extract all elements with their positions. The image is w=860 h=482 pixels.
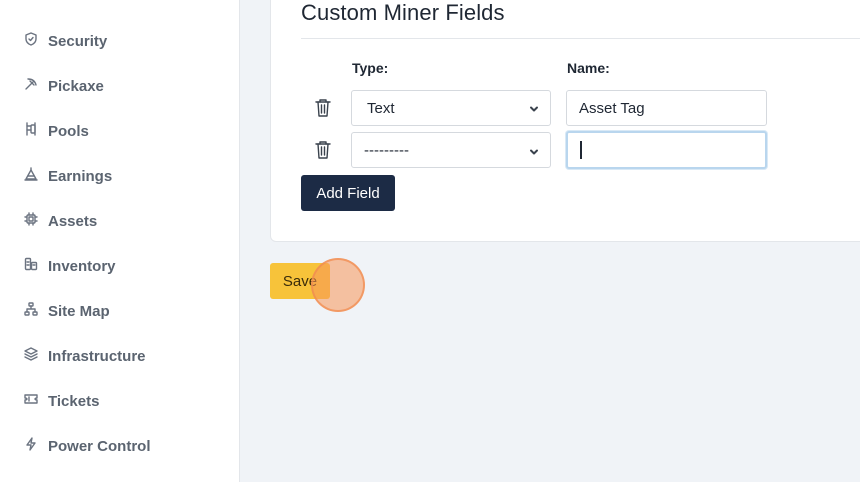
inventory-icon <box>24 257 38 275</box>
card-title: Custom Miner Fields <box>301 0 505 25</box>
sidebar: Security Pickaxe Pools Earnings Assets I… <box>0 0 240 482</box>
divider <box>301 38 860 39</box>
earnings-icon <box>24 167 38 185</box>
sidebar-item-inventory[interactable]: Inventory <box>24 254 116 278</box>
sidebar-item-label: Power Control <box>48 437 151 455</box>
type-select-value: Text <box>367 99 395 117</box>
name-column-label: Name: <box>567 60 610 76</box>
sidebar-item-tickets[interactable]: Tickets <box>24 389 99 413</box>
sidebar-item-earnings[interactable]: Earnings <box>24 164 112 188</box>
sidebar-item-label: Pools <box>48 122 89 140</box>
type-select[interactable]: --------- <box>351 132 551 168</box>
sidebar-item-label: Earnings <box>48 167 113 185</box>
type-select-value: --------- <box>364 141 409 159</box>
name-input-focused[interactable] <box>566 131 767 169</box>
type-column-label: Type: <box>352 60 389 76</box>
chevron-down-icon <box>528 102 540 114</box>
text-caret <box>580 141 582 159</box>
pools-icon <box>24 122 38 140</box>
delete-row-trash-icon[interactable] <box>314 98 332 118</box>
delete-row-trash-icon[interactable] <box>314 140 332 160</box>
name-input-value: Asset Tag <box>579 99 645 117</box>
sidebar-item-assets[interactable]: Assets <box>24 209 97 233</box>
sidebar-item-label: Site Map <box>48 302 110 320</box>
sidebar-item-label: Inventory <box>48 257 116 275</box>
name-input[interactable]: Asset Tag <box>566 90 767 126</box>
sitemap-icon <box>24 302 38 320</box>
type-select[interactable]: Text <box>351 90 551 126</box>
shield-icon <box>24 32 38 50</box>
sidebar-item-label: Pickaxe <box>48 77 104 95</box>
sidebar-item-power-control[interactable]: Power Control <box>24 434 151 458</box>
sidebar-item-label: Tickets <box>48 392 100 410</box>
pickaxe-icon <box>24 77 38 95</box>
sidebar-item-security[interactable]: Security <box>24 29 107 53</box>
chevron-down-icon <box>528 145 540 157</box>
sidebar-item-label: Assets <box>48 212 98 230</box>
sidebar-item-site-map[interactable]: Site Map <box>24 299 110 323</box>
sidebar-item-label: Security <box>48 32 108 50</box>
bolt-icon <box>24 437 38 455</box>
sidebar-item-pools[interactable]: Pools <box>24 119 89 143</box>
chip-icon <box>24 212 38 230</box>
sidebar-item-infrastructure[interactable]: Infrastructure <box>24 344 146 368</box>
ticket-icon <box>24 392 38 410</box>
sidebar-item-label: Infrastructure <box>48 347 146 365</box>
save-button[interactable]: Save <box>270 263 330 299</box>
layers-icon <box>24 347 38 365</box>
sidebar-item-pickaxe[interactable]: Pickaxe <box>24 74 104 98</box>
add-field-button[interactable]: Add Field <box>301 175 395 211</box>
